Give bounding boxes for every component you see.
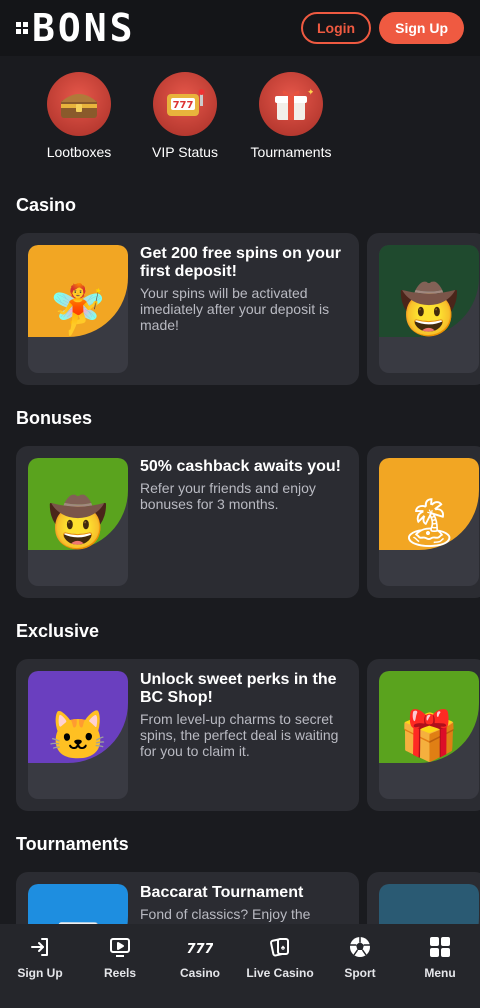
promo-card[interactable]: 🐱 Unlock sweet perks in the BC Shop! Fro… [16, 659, 359, 811]
login-button[interactable]: Login [301, 12, 372, 44]
section-title-casino: Casino [16, 195, 77, 215]
promo-image: 🎁 [379, 671, 479, 799]
quick-links: Lootboxes 777 VIP Status ✦ Tournaments [0, 72, 480, 160]
promo-image: 🏝 [379, 458, 479, 586]
character-illustration-icon: 🐱 [48, 710, 108, 763]
promo-description: Your spins will be activated imediately … [140, 285, 330, 333]
section-title-tournaments: Tournaments [16, 834, 129, 854]
section-title-bonuses: Bonuses [16, 408, 93, 428]
quick-link-vip-status[interactable]: 777 VIP Status [132, 72, 238, 160]
grid-menu-icon [427, 934, 453, 960]
bonuses-carousel[interactable]: 🤠 50% cashback awaits you! Refer your fr… [16, 446, 480, 598]
promo-card[interactable]: 🧚 Get 200 free spins on your first depos… [16, 233, 359, 385]
promo-image: 🤠 [28, 458, 128, 586]
promo-card[interactable]: 🤠 50% cashback awaits you! Refer your fr… [16, 446, 359, 598]
nav-label: Sport [344, 966, 376, 980]
logo-pixel-icon [16, 22, 28, 34]
quick-link-label: Tournaments [250, 144, 332, 160]
gift-box-icon: ✦ [259, 72, 323, 136]
nav-item-sport[interactable]: Sport [320, 924, 400, 1008]
quick-link-tournaments[interactable]: ✦ Tournaments [238, 72, 344, 160]
soccer-ball-icon [347, 934, 373, 960]
signup-button[interactable]: Sign Up [379, 12, 464, 44]
promo-title: Baccarat Tournament [140, 884, 304, 901]
top-header: BONS Login Sign Up [0, 0, 480, 56]
bons-logo[interactable]: BONS [16, 9, 136, 47]
treasure-chest-icon [47, 72, 111, 136]
slot-machine-icon: 777 [153, 72, 217, 136]
quick-link-label: VIP Status [152, 144, 218, 160]
exclusive-carousel[interactable]: 🐱 Unlock sweet perks in the BC Shop! Fro… [16, 659, 480, 811]
quick-link-lootboxes[interactable]: Lootboxes [26, 72, 132, 160]
svg-text:777: 777 [173, 100, 194, 111]
logo-text: BONS [32, 6, 136, 50]
promo-title: Unlock sweet perks in the BC Shop! [140, 671, 337, 706]
nav-label: Casino [179, 966, 220, 980]
nav-label: Menu [424, 966, 456, 980]
promo-card-next[interactable]: 🎁 [367, 659, 480, 811]
promo-description: Fond of classics? Enjoy the [140, 906, 311, 922]
promo-title: Get 200 free spins on your first deposit… [140, 245, 341, 280]
character-illustration-icon: 🏝 [398, 497, 460, 550]
character-illustration-icon: 🤠 [48, 497, 108, 550]
nav-item-menu[interactable]: Menu [400, 924, 480, 1008]
playing-cards-icon: ♠ [267, 934, 293, 960]
nav-label: Reels [103, 966, 137, 980]
character-illustration-icon: 🤠 [399, 284, 459, 337]
reels-icon [107, 934, 133, 960]
promo-description: Refer your friends and enjoy bonuses for… [140, 480, 316, 512]
promo-title: 50% cashback awaits you! [140, 458, 341, 475]
nav-label: Sign Up [17, 966, 63, 980]
svg-text:✦: ✦ [307, 87, 313, 97]
nav-item-casino[interactable]: 777 Casino [160, 924, 240, 1008]
nav-item-reels[interactable]: Reels [80, 924, 160, 1008]
casino-carousel[interactable]: 🧚 Get 200 free spins on your first depos… [16, 233, 480, 385]
character-illustration-icon: 🎁 [399, 710, 459, 763]
bottom-navigation: Sign Up Reels 777 Casino ♠ Live Casino S… [0, 924, 480, 1008]
svg-text:777: 777 [187, 942, 213, 957]
nav-label: Live Casino [246, 966, 314, 980]
section-title-exclusive: Exclusive [16, 621, 100, 641]
sign-in-icon [27, 934, 53, 960]
promo-image: 🐱 [28, 671, 128, 799]
quick-link-label: Lootboxes [46, 144, 112, 160]
promo-card-next[interactable]: 🤠 [367, 233, 480, 385]
character-illustration-icon: 🧚 [48, 284, 108, 337]
casino-777-icon: 777 [187, 934, 213, 960]
promo-image: 🤠 [379, 245, 479, 373]
promo-image: 🧚 [28, 245, 128, 373]
nav-item-sign-up[interactable]: Sign Up [0, 924, 80, 1008]
promo-description: From level-up charms to secret spins, th… [140, 711, 339, 759]
promo-card-next[interactable]: 🏝 [367, 446, 480, 598]
nav-item-live-casino[interactable]: ♠ Live Casino [240, 924, 320, 1008]
